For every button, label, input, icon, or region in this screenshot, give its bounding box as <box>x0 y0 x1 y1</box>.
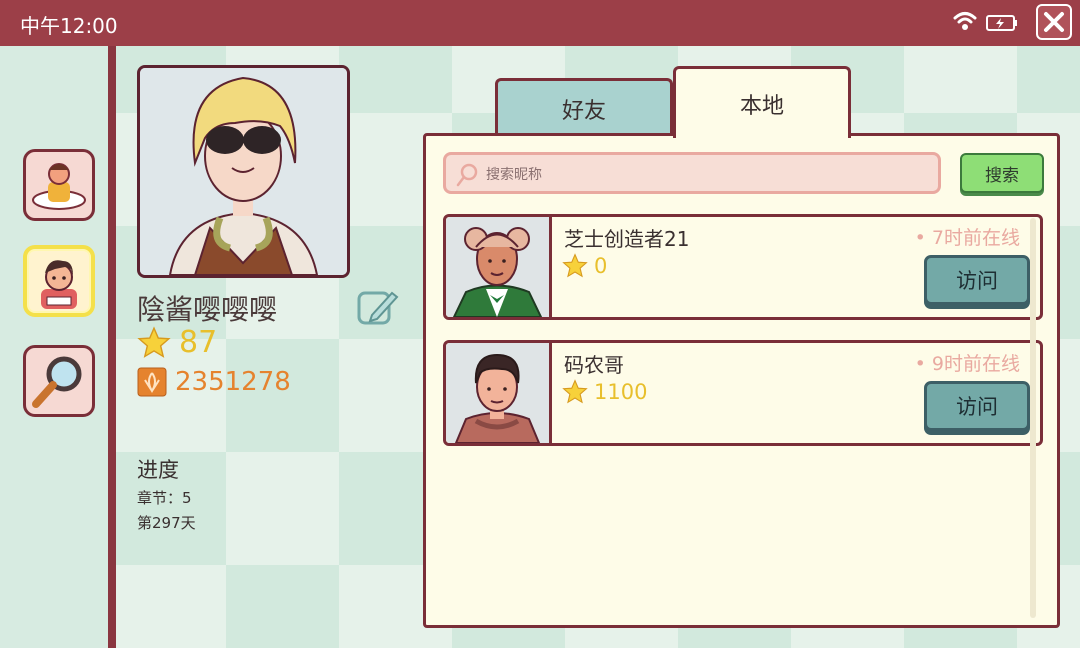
search-button[interactable]: 搜索 <box>960 153 1044 193</box>
user-stars-value: 0 <box>594 254 608 278</box>
scrollbar[interactable] <box>1030 218 1036 618</box>
status-bar: 中午12:00 <box>0 0 1080 46</box>
sidebar-divider <box>108 46 116 648</box>
tab-local[interactable]: 本地 <box>673 66 851 138</box>
user-stars: 1100 <box>562 379 647 405</box>
nav-profile-button[interactable] <box>23 149 95 221</box>
user-last-online: • 9时前在线 <box>914 353 1020 375</box>
player-coins-value: 2351278 <box>175 367 291 397</box>
star-icon <box>562 379 588 404</box>
close-button[interactable] <box>1036 4 1072 40</box>
friends-nav-icon <box>41 260 77 309</box>
battery-charging-icon <box>986 15 1017 31</box>
user-last-online: • 7时前在线 <box>914 227 1020 249</box>
player-coins: 2351278 <box>137 367 291 397</box>
nav-friends-button[interactable] <box>23 245 95 317</box>
user-stars: 0 <box>562 253 607 279</box>
star-icon <box>562 253 588 278</box>
visit-button[interactable]: 访问 <box>924 255 1030 305</box>
star-icon <box>137 325 171 358</box>
wifi-icon <box>953 12 977 30</box>
profile-nav-icon <box>32 163 86 210</box>
search-input[interactable] <box>484 161 928 189</box>
player-stars: 87 <box>137 325 217 360</box>
progress-title: 进度 <box>137 458 179 482</box>
progress-chapter: 章节：5 <box>137 489 192 507</box>
player-stars-value: 87 <box>179 325 218 360</box>
visit-button[interactable]: 访问 <box>924 381 1030 431</box>
search-box <box>443 152 941 194</box>
list-item: 芝士创造者21 0 • 7时前在线 访问 <box>443 214 1043 320</box>
user-name: 码农哥 <box>564 353 624 377</box>
coin-icon <box>137 367 167 397</box>
user-stars-value: 1100 <box>594 380 648 404</box>
edit-pencil-icon[interactable] <box>356 285 400 329</box>
local-players-panel: 搜索 芝士创造者21 0 • 7时前在线 访问 <box>423 133 1060 628</box>
nav-search-button[interactable] <box>23 345 95 417</box>
user-avatar <box>446 343 552 443</box>
search-nav-icon <box>32 356 82 408</box>
close-icon <box>1044 12 1064 32</box>
list-item: 码农哥 1100 • 9时前在线 访问 <box>443 340 1043 446</box>
progress-day: 第297天 <box>137 514 196 532</box>
player-name: 陰酱嘤嘤嘤 <box>137 293 278 326</box>
tab-friends[interactable]: 好友 <box>495 78 673 136</box>
player-avatar <box>137 65 350 278</box>
search-icon <box>456 163 478 187</box>
clock-time: 中午12:00 <box>20 14 118 38</box>
user-avatar <box>446 217 552 317</box>
user-name: 芝士创造者21 <box>564 227 690 251</box>
